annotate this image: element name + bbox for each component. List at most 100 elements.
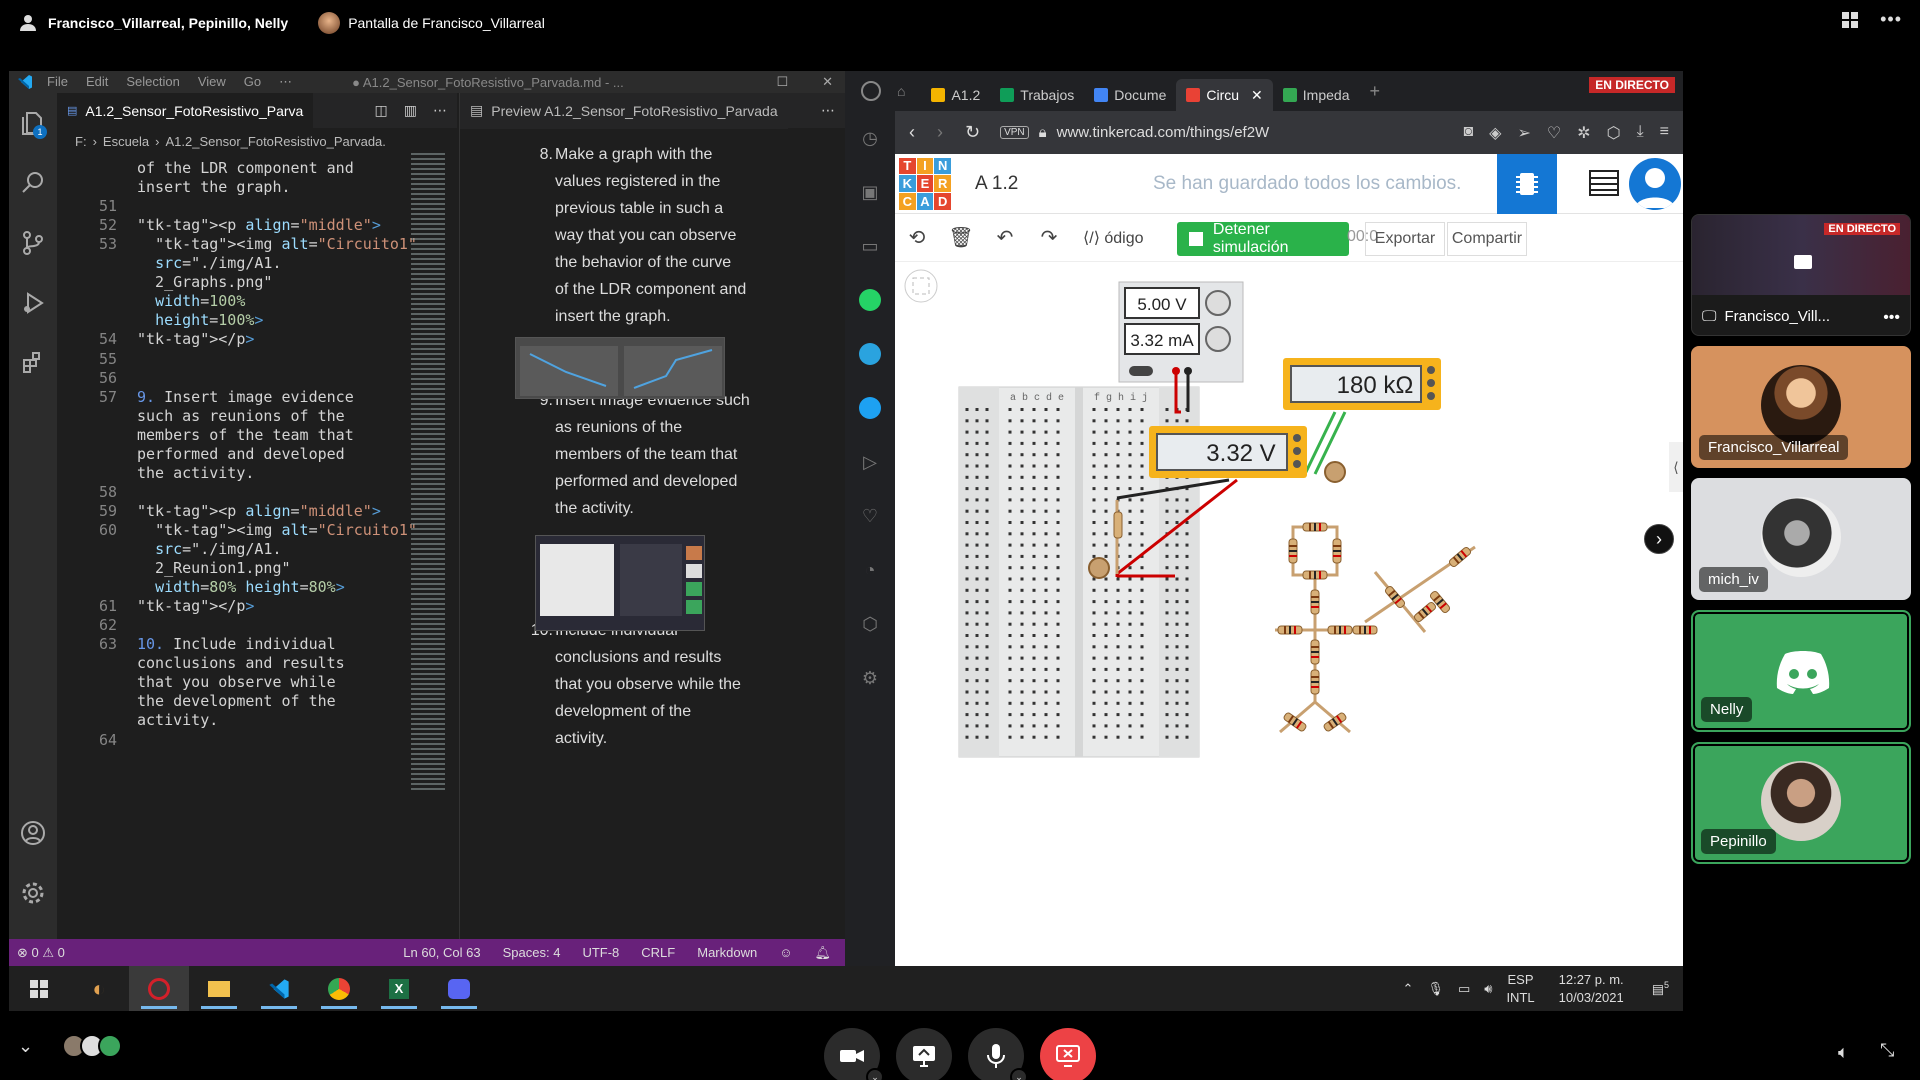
resistor[interactable] bbox=[1283, 712, 1307, 732]
taskbar-app-vscode[interactable] bbox=[249, 966, 309, 1011]
feedback-icon[interactable]: ☺ bbox=[779, 945, 792, 961]
back-icon[interactable]: ‹ bbox=[909, 122, 915, 143]
close-icon[interactable]: ✕ bbox=[822, 74, 833, 90]
search-button[interactable] bbox=[9, 153, 57, 213]
camera-button[interactable]: ⌄ bbox=[824, 1028, 884, 1080]
workspaces-icon[interactable]: ⌂ bbox=[897, 83, 905, 99]
user-avatar[interactable] bbox=[1629, 158, 1681, 210]
microphone-button[interactable]: ⌄ bbox=[968, 1028, 1028, 1080]
notifications-bell-icon[interactable]: 🔔︎ bbox=[814, 945, 831, 961]
shield-icon[interactable]: ◈ bbox=[1489, 123, 1501, 143]
fit-view-button[interactable] bbox=[904, 269, 938, 303]
camera-icon[interactable]: ◙ bbox=[1463, 123, 1473, 143]
code-editor[interactable]: of the LDR component and insert the graph… bbox=[57, 153, 457, 913]
minimap[interactable] bbox=[411, 153, 445, 793]
participant-tile[interactable]: mich_iv bbox=[1691, 478, 1911, 600]
undo-icon[interactable]: ↶ bbox=[983, 225, 1027, 250]
breadcrumb-item[interactable]: Escuela bbox=[103, 134, 149, 149]
twitter-icon[interactable] bbox=[845, 381, 895, 435]
clock[interactable]: 12:27 p. m. 10/03/2021 bbox=[1559, 971, 1624, 1007]
tinkercad-logo[interactable]: TIN KER CAD bbox=[899, 157, 951, 210]
heart-icon[interactable]: ♡ bbox=[845, 489, 895, 543]
chevron-down-icon[interactable]: ⌄ bbox=[1010, 1068, 1028, 1080]
current-knob[interactable] bbox=[1205, 326, 1231, 352]
taskbar-app-opera[interactable] bbox=[129, 966, 189, 1011]
reload-icon[interactable]: ↻ bbox=[965, 122, 980, 143]
chevron-down-icon[interactable]: ⌄ bbox=[866, 1068, 884, 1080]
explorer-button[interactable]: 1 bbox=[9, 93, 57, 153]
box-icon[interactable]: ⬡ bbox=[845, 597, 895, 651]
url-field[interactable]: www.tinkercad.com/things/ef2W bbox=[1057, 124, 1270, 141]
menu-item[interactable]: Selection bbox=[126, 74, 179, 90]
speaker-icon[interactable]: 🔈︎ bbox=[1838, 1042, 1849, 1063]
notification-center-icon[interactable]: ▤5 bbox=[1652, 980, 1669, 997]
grid-layout-icon[interactable] bbox=[1842, 12, 1859, 28]
settings-icon[interactable]: ⚙︎ bbox=[845, 651, 895, 705]
player-icon[interactable]: ▷ bbox=[845, 435, 895, 489]
breadcrumb-item[interactable]: A1.2_Sensor_FotoResistivo_Parvada. bbox=[166, 134, 386, 149]
network-icon[interactable]: ▭ bbox=[1458, 981, 1470, 997]
source-control-button[interactable] bbox=[9, 213, 57, 273]
delete-icon[interactable]: 🗑︎ bbox=[939, 225, 983, 250]
browser-tab[interactable]: Impeda bbox=[1273, 79, 1360, 111]
whatsapp-icon[interactable] bbox=[845, 273, 895, 327]
participant-tile[interactable]: Francisco_Villarreal bbox=[1691, 346, 1911, 468]
resistor[interactable] bbox=[1310, 589, 1320, 615]
resistor[interactable] bbox=[1310, 639, 1320, 665]
open-preview-icon[interactable]: ◫ bbox=[375, 102, 388, 119]
circuit-canvas[interactable]: 5.00 V 3.32 mA a b c d e f g h i j 180 k… bbox=[895, 262, 1683, 862]
taskbar-app-discord[interactable] bbox=[429, 966, 489, 1011]
language-mode[interactable]: Markdown bbox=[697, 945, 757, 961]
close-tab-icon[interactable]: ✕ bbox=[1251, 87, 1263, 104]
resistor[interactable] bbox=[1302, 522, 1328, 532]
restore-icon[interactable]: ☐ bbox=[776, 74, 788, 90]
screen-share-label[interactable]: Pantalla de Francisco_Villarreal bbox=[318, 12, 545, 34]
language-indicator[interactable]: ESP INTL bbox=[1506, 971, 1534, 1007]
resistor[interactable] bbox=[1332, 538, 1342, 564]
voice-avatars[interactable] bbox=[62, 1034, 122, 1058]
rotate-icon[interactable]: ⟲ bbox=[895, 225, 939, 250]
component-list-icon[interactable] bbox=[1589, 170, 1619, 196]
share-button[interactable]: Compartir bbox=[1447, 222, 1527, 256]
menu-item[interactable]: File bbox=[47, 74, 68, 90]
extensions-button[interactable] bbox=[9, 333, 57, 393]
taskbar-app-excel[interactable]: X bbox=[369, 966, 429, 1011]
resistor[interactable] bbox=[1323, 712, 1347, 732]
resistor[interactable] bbox=[1288, 538, 1298, 564]
split-editor-icon[interactable]: ▥ bbox=[404, 102, 417, 119]
problems-indicator[interactable]: ⊗ 0 ⚠ 0 bbox=[17, 945, 65, 961]
voltmeter[interactable]: 3.32 V bbox=[1149, 426, 1307, 478]
browser-tab[interactable]: Circu ✕ bbox=[1176, 79, 1273, 111]
resistor[interactable] bbox=[1448, 546, 1472, 568]
lock-icon[interactable]: 🔒︎ bbox=[1039, 124, 1047, 141]
voltage-knob[interactable] bbox=[1205, 290, 1231, 316]
editor-tab[interactable]: ▤ A1.2_Sensor_FotoResistivo_Parva bbox=[57, 92, 314, 129]
send-icon[interactable]: ➢ bbox=[1517, 123, 1530, 143]
panel-collapse-button[interactable]: ⟨ bbox=[1669, 442, 1683, 492]
new-tab-icon[interactable]: + bbox=[1369, 81, 1380, 102]
menu-icon[interactable]: ≡ bbox=[1660, 123, 1669, 143]
tray-chevron-icon[interactable]: ⌃ bbox=[1403, 981, 1414, 997]
opera-icon[interactable] bbox=[861, 81, 881, 101]
accounts-button[interactable] bbox=[9, 803, 57, 863]
more-actions-icon[interactable]: ⋯ bbox=[433, 102, 447, 119]
ohmmeter[interactable]: 180 kΩ bbox=[1283, 358, 1441, 410]
clock-icon[interactable]: ◔ bbox=[845, 543, 895, 597]
menu-item[interactable]: ⋯ bbox=[279, 74, 292, 90]
run-debug-button[interactable] bbox=[9, 273, 57, 333]
power-supply[interactable]: 5.00 V 3.32 mA bbox=[1118, 281, 1244, 383]
resistor[interactable] bbox=[1310, 669, 1320, 695]
taskbar-app-paint[interactable]: ◐ bbox=[69, 966, 129, 1011]
extensions-icon[interactable]: ✲ bbox=[1577, 123, 1590, 143]
browser-tab[interactable]: Docume bbox=[1084, 79, 1176, 111]
menu-item[interactable]: View bbox=[198, 74, 226, 90]
breadcrumb-item[interactable]: F: bbox=[75, 134, 87, 149]
stop-simulation-button[interactable]: Detener simulación bbox=[1177, 221, 1349, 256]
more-actions-icon[interactable]: ⋯ bbox=[821, 102, 835, 119]
resistor[interactable] bbox=[1302, 570, 1328, 580]
indentation[interactable]: Spaces: 4 bbox=[503, 945, 561, 961]
redo-icon[interactable]: ↷ bbox=[1027, 225, 1071, 250]
exit-fullscreen-icon[interactable]: ⤡ bbox=[1880, 1040, 1894, 1061]
participant-tile[interactable]: Nelly bbox=[1691, 610, 1911, 732]
next-page-button[interactable]: › bbox=[1644, 524, 1674, 554]
